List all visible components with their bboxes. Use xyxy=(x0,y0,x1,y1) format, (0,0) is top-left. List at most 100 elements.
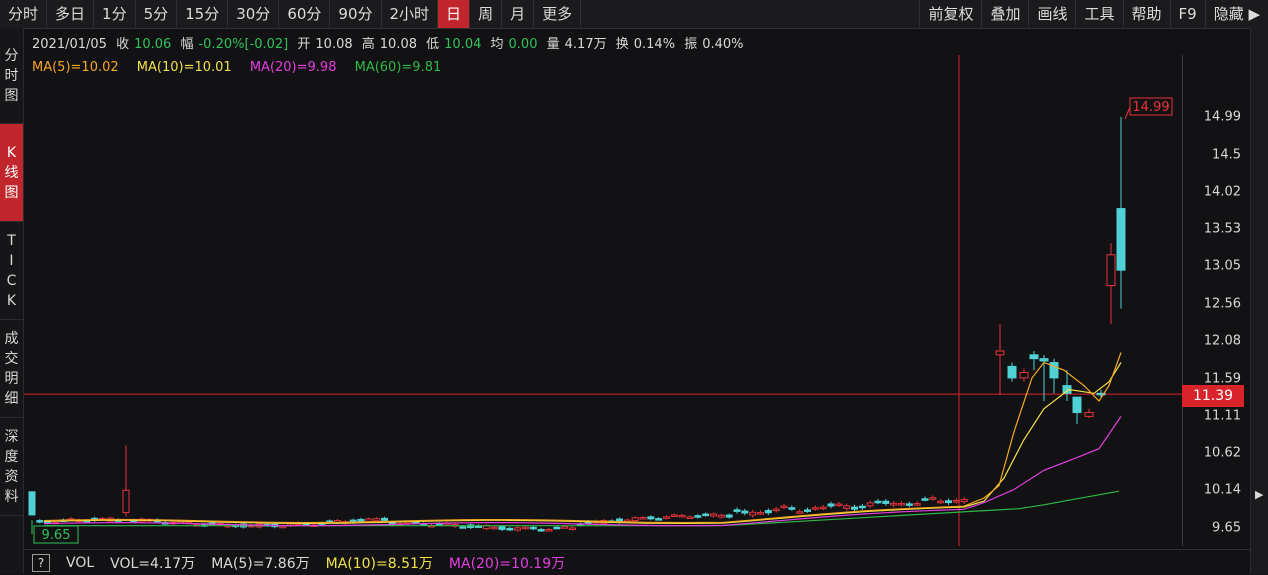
avg-label: 均 xyxy=(490,37,504,52)
volume-legend: ? VOL VOL=4.17万 MA(5)=7.86万 MA(10)=8.51万… xyxy=(24,549,1250,575)
candle-body xyxy=(490,526,498,530)
sidebar-tab-char: C xyxy=(6,272,17,289)
sidebar-tab-char: 成 xyxy=(4,330,19,347)
candle-body xyxy=(952,500,960,503)
period-tab-11[interactable]: 月 xyxy=(502,0,535,28)
view-sidebar: 分时图 K线图 TICK 成交明细 深度资料 xyxy=(0,28,24,574)
candle-body xyxy=(686,516,694,519)
candle-body xyxy=(819,506,827,510)
tab-tick[interactable]: TICK xyxy=(0,222,23,320)
open-value: 10.08 xyxy=(315,37,353,52)
tab-kline[interactable]: K线图 xyxy=(0,124,23,222)
turnover-value: 0.14% xyxy=(633,37,676,52)
candle-body xyxy=(725,514,733,518)
expand-arrow-icon[interactable]: ▶ xyxy=(1255,488,1263,501)
candle-body xyxy=(788,507,796,510)
period-tab-5[interactable]: 30分 xyxy=(228,0,280,28)
price-tick: 11.59 xyxy=(1203,371,1241,387)
candle-body xyxy=(898,502,905,506)
high-label: 高 xyxy=(361,37,375,52)
candle-body xyxy=(811,507,819,510)
candle-body xyxy=(545,528,553,532)
period-tab-4[interactable]: 15分 xyxy=(177,0,229,28)
candle-body xyxy=(647,516,655,520)
ma20-legend: MA(20)=9.98 xyxy=(249,60,337,75)
tool-button-5[interactable]: F9 xyxy=(1169,0,1205,28)
period-tab-2[interactable]: 1分 xyxy=(94,0,136,28)
sidebar-tab-char: 分 xyxy=(4,47,19,64)
turnover-label: 换 xyxy=(615,37,629,52)
candle-body xyxy=(506,527,514,531)
candle-body xyxy=(1116,208,1126,271)
help-icon[interactable]: ? xyxy=(32,553,50,572)
candle-body xyxy=(890,502,898,506)
price-tick: 13.05 xyxy=(1203,258,1241,274)
price-tick: 14.02 xyxy=(1203,184,1241,200)
high-value: 10.08 xyxy=(379,37,417,52)
period-tab-10[interactable]: 周 xyxy=(470,0,503,28)
period-tab-3[interactable]: 5分 xyxy=(136,0,178,28)
right-scroll-strip[interactable]: ▶ xyxy=(1250,28,1268,574)
tab-depth-data[interactable]: 深度资料 xyxy=(0,418,23,516)
price-tick: 11.11 xyxy=(1203,408,1241,424)
candle-body xyxy=(772,508,780,512)
period-tab-0[interactable]: 分时 xyxy=(0,0,48,28)
candle-body xyxy=(995,350,1005,356)
tool-button-1[interactable]: 叠加 xyxy=(981,0,1028,28)
volume-ma10: MA(10)=8.51万 xyxy=(325,555,433,572)
candle-body xyxy=(569,527,576,531)
ma60-legend: MA(60)=9.81 xyxy=(354,60,442,75)
candle-body xyxy=(921,498,929,501)
price-tick: 12.08 xyxy=(1203,333,1241,349)
tab-timeshare[interactable]: 分时图 xyxy=(0,28,23,124)
ma10-legend: MA(10)=10.01 xyxy=(136,60,232,75)
candle-body xyxy=(122,489,130,514)
low-value: 10.04 xyxy=(444,37,482,52)
tab-trade-details[interactable]: 成交明细 xyxy=(0,320,23,418)
volume-value: VOL=4.17万 xyxy=(110,555,196,572)
candle-body xyxy=(858,505,866,509)
sidebar-tab-char: K xyxy=(6,144,17,161)
candle-body xyxy=(702,513,710,517)
tool-button-4[interactable]: 帮助 xyxy=(1122,0,1170,28)
period-tab-8[interactable]: 2小时 xyxy=(382,0,439,28)
candle-body xyxy=(960,499,968,503)
candle-body xyxy=(36,520,44,523)
period-tab-6[interactable]: 60分 xyxy=(279,0,331,28)
candle-body xyxy=(937,500,945,504)
period-tab-7[interactable]: 90分 xyxy=(330,0,382,28)
candle-body xyxy=(381,517,388,521)
candle-body xyxy=(866,502,874,507)
period-tab-12[interactable]: 更多 xyxy=(534,0,582,28)
ma-legend: MA(5)=10.02 MA(10)=10.01 MA(20)=9.98 MA(… xyxy=(32,60,455,75)
tool-button-0[interactable]: 前复权 xyxy=(919,0,981,28)
candle-body xyxy=(498,526,506,530)
candle-body xyxy=(279,525,287,529)
sidebar-tab-char: 资 xyxy=(4,468,19,485)
candle-body xyxy=(905,503,913,506)
avg-value: 0.00 xyxy=(508,37,538,52)
sidebar-tab-char: 时 xyxy=(4,67,19,84)
candle-body xyxy=(529,526,537,530)
tool-button-2[interactable]: 画线 xyxy=(1028,0,1075,28)
period-tab-1[interactable]: 多日 xyxy=(47,0,95,28)
candle-body xyxy=(357,518,365,522)
amplitude-value: 0.40% xyxy=(702,37,744,52)
tool-button-6[interactable]: 隐藏 ▶ xyxy=(1204,0,1268,28)
candle-body xyxy=(1084,412,1094,417)
candle-body xyxy=(1106,254,1116,287)
candle-body xyxy=(663,516,670,519)
tool-button-3[interactable]: 工具 xyxy=(1075,0,1122,28)
candle-body xyxy=(827,503,835,507)
volume-ma5: MA(5)=7.86万 xyxy=(211,555,310,572)
candle-body xyxy=(741,510,749,514)
sidebar-tab-char: 深 xyxy=(4,428,19,445)
price-tick: 14.5 xyxy=(1212,147,1241,163)
period-tab-9[interactable]: 日 xyxy=(438,0,471,28)
close-label: 收 xyxy=(116,37,130,52)
candle-body xyxy=(1019,372,1029,379)
candle-body xyxy=(733,509,741,512)
price-tick: 13.53 xyxy=(1203,221,1241,237)
period-tabs: 分时 多日 1分 5分 15分 30分 60分 90分 2小时日周月更多 xyxy=(0,0,582,28)
kline-chart[interactable]: 14.99 9.65 xyxy=(24,55,1182,546)
